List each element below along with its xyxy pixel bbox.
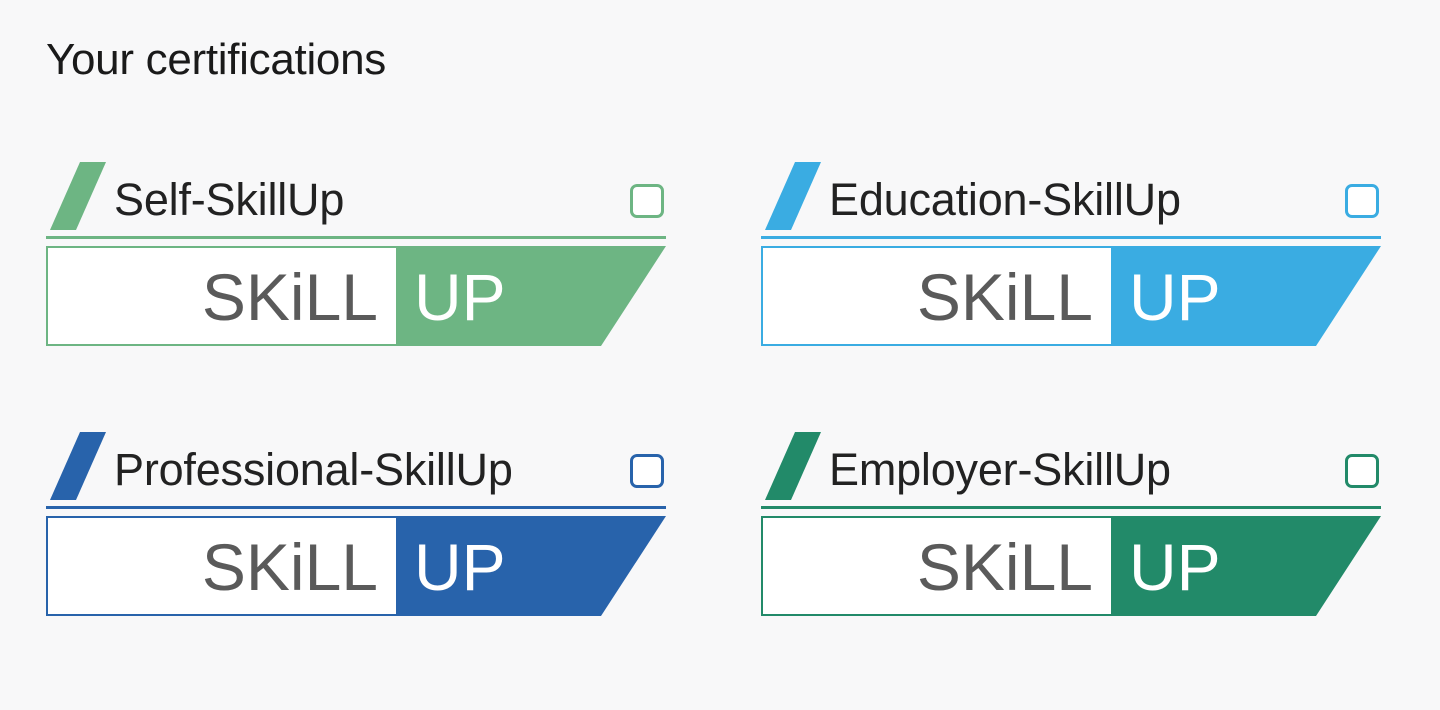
certification-checkbox[interactable] — [630, 454, 664, 488]
skillup-badge: SKiLL UP — [46, 246, 666, 346]
certification-name: Education-SkillUp — [829, 174, 1181, 225]
badge-skill-text: SKiLL — [202, 530, 378, 604]
slash-stripe-icon — [765, 162, 821, 230]
badge-up-text: UP — [414, 530, 506, 604]
slash-stripe-icon — [50, 432, 106, 500]
certification-professional-skillup: Professional-SkillUp SKiLL UP — [46, 430, 666, 620]
divider — [46, 506, 666, 509]
badge-up-text: UP — [414, 260, 506, 334]
certification-checkbox[interactable] — [630, 184, 664, 218]
certification-checkbox[interactable] — [1345, 184, 1379, 218]
divider — [761, 506, 1381, 509]
certification-name: Employer-SkillUp — [829, 444, 1171, 495]
certification-education-skillup: Education-SkillUp SKiLL UP — [761, 160, 1381, 350]
certifications-page: Your certifications Self-SkillUp SKiLL U… — [0, 0, 1440, 710]
badge-skill-text: SKiLL — [202, 260, 378, 334]
certification-name: Professional-SkillUp — [114, 444, 513, 495]
divider — [761, 236, 1381, 239]
badge-up-text: UP — [1129, 530, 1221, 604]
slash-stripe-icon — [765, 432, 821, 500]
certification-self-skillup: Self-SkillUp SKiLL UP — [46, 160, 666, 350]
badge-skill-text: SKiLL — [917, 260, 1093, 334]
certification-employer-skillup: Employer-SkillUp SKiLL UP — [761, 430, 1381, 620]
page-title: Your certifications — [46, 35, 386, 84]
badge-skill-text: SKiLL — [917, 530, 1093, 604]
skillup-badge: SKiLL UP — [761, 246, 1381, 346]
skillup-badge: SKiLL UP — [761, 516, 1381, 616]
divider — [46, 236, 666, 239]
certification-checkbox[interactable] — [1345, 454, 1379, 488]
skillup-badge: SKiLL UP — [46, 516, 666, 616]
certification-name: Self-SkillUp — [114, 174, 345, 225]
badge-up-text: UP — [1129, 260, 1221, 334]
slash-stripe-icon — [50, 162, 106, 230]
